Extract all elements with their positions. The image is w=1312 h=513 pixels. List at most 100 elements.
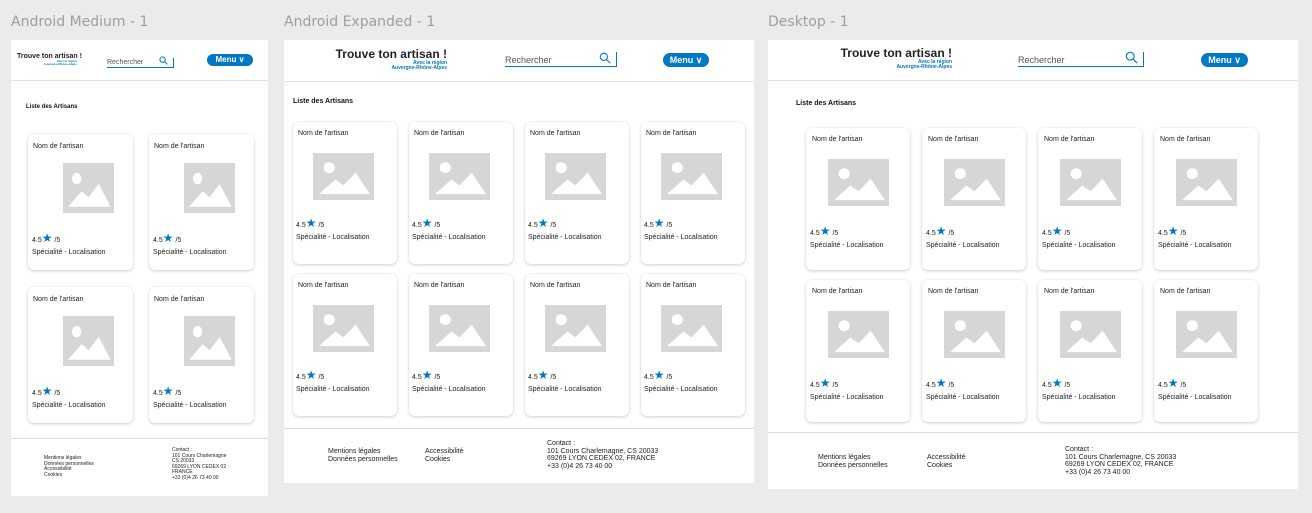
- artisan-card[interactable]: Nom de l'artisan 4.5★ /5 Spécialité - Loca…: [409, 122, 513, 264]
- artisan-image: [944, 159, 1005, 206]
- star-icon: ★: [935, 224, 947, 238]
- artisan-specialty: Spécialité - Localisation: [1158, 242, 1232, 249]
- search-input[interactable]: Rechercher: [107, 55, 174, 68]
- rating-value: 4.5: [1158, 382, 1168, 389]
- footer-link-mentions[interactable]: Mentions légales: [818, 454, 888, 462]
- image-placeholder-icon: [184, 316, 235, 366]
- star-icon: ★: [305, 368, 317, 382]
- artisan-name: Nom de l'artisan: [154, 143, 205, 150]
- logo[interactable]: Trouve ton artisan ! Avec la région Auve…: [17, 53, 82, 66]
- artisan-specialty: Spécialité - Localisation: [32, 249, 106, 256]
- artisan-card[interactable]: Nom de l'artisan 4.5★ /5 Spécialité - Loca…: [28, 287, 133, 423]
- artisan-card[interactable]: Nom de l'artisan 4.5★ /5 Spécialité - Loca…: [922, 128, 1026, 270]
- artisan-card[interactable]: Nom de l'artisan 4.5★ /5 Spécialité - Loca…: [922, 280, 1026, 422]
- artisan-specialty: Spécialité - Localisation: [412, 234, 486, 241]
- rating-suffix: /5: [54, 237, 61, 244]
- rating-value: 4.5: [153, 390, 163, 397]
- artisan-card[interactable]: Nom de l'artisan 4.5★ /5 Spécialité - Loca…: [1038, 128, 1142, 270]
- artisan-image: [1176, 311, 1237, 358]
- image-placeholder-icon: [429, 305, 490, 352]
- footer-link-cookies[interactable]: Cookies: [927, 462, 966, 470]
- artisan-card[interactable]: Nom de l'artisan 4.5★ /5 Spécialité - Loca…: [641, 122, 745, 264]
- artisan-image: [828, 159, 889, 206]
- search-icon[interactable]: [159, 56, 168, 65]
- rating-value: 4.5: [412, 374, 422, 381]
- image-placeholder-icon: [429, 153, 490, 200]
- rating-suffix: /5: [1180, 382, 1187, 389]
- rating-suffix: /5: [1064, 230, 1071, 237]
- image-placeholder-icon: [661, 153, 722, 200]
- artisan-card[interactable]: Nom de l'artisan 4.5★ /5 Spécialité - Loca…: [149, 287, 254, 423]
- search-icon[interactable]: [1125, 51, 1138, 64]
- search-icon[interactable]: [599, 52, 611, 64]
- search-input[interactable]: Rechercher: [1018, 51, 1144, 67]
- artisan-card[interactable]: Nom de l'artisan 4.5★ /5 Spécialité - Loca…: [525, 274, 629, 416]
- artisan-card[interactable]: Nom de l'artisan 4.5★ /5 Spécialité - Loca…: [293, 122, 397, 264]
- menu-button[interactable]: Menu ∨: [207, 54, 253, 66]
- artisan-card[interactable]: Nom de l'artisan 4.5★ /5 Spécialité - Loca…: [149, 134, 254, 270]
- artisan-card[interactable]: Nom de l'artisan 4.5★ /5 Spécialité - Loca…: [1154, 128, 1258, 270]
- artisan-card[interactable]: Nom de l'artisan 4.5★ /5 Spécialité - Loca…: [806, 280, 910, 422]
- footer-link-donnees[interactable]: Données personnelles: [328, 456, 398, 464]
- footer-link-cookies[interactable]: Cookies: [44, 472, 94, 479]
- menu-button[interactable]: Menu ∨: [663, 53, 709, 67]
- artisan-card[interactable]: Nom de l'artisan 4.5★ /5 Spécialité - Loca…: [641, 274, 745, 416]
- artisan-image: [1060, 159, 1121, 206]
- artisan-specialty: Spécialité - Localisation: [926, 242, 1000, 249]
- artisan-card[interactable]: Nom de l'artisan 4.5★ /5 Spécialité - Loca…: [806, 128, 910, 270]
- artisan-specialty: Spécialité - Localisation: [32, 402, 106, 409]
- contact-line: 101 Cours Charlemagne, CS 20033: [1065, 453, 1177, 461]
- artisan-name: Nom de l'artisan: [928, 288, 979, 295]
- artisan-card[interactable]: Nom de l'artisan 4.5★ /5 Spécialité - Loca…: [293, 274, 397, 416]
- footer-link-donnees[interactable]: Données personnelles: [818, 462, 888, 470]
- footer-link-mentions[interactable]: Mentions légales: [328, 448, 398, 456]
- footer-link-accessibilite[interactable]: Accessibilité: [927, 454, 966, 462]
- rating-value: 4.5: [926, 382, 936, 389]
- contact-line: 101 Cours Charlemagne, CS 20033: [547, 447, 659, 455]
- frame-title-android-medium: Android Medium - 1: [11, 14, 149, 30]
- artisan-card[interactable]: Nom de l'artisan 4.5★ /5 Spécialité - Loca…: [409, 274, 513, 416]
- artisan-specialty: Spécialité - Localisation: [296, 386, 370, 393]
- menu-button[interactable]: Menu ∨: [1201, 53, 1248, 67]
- artisan-name: Nom de l'artisan: [33, 296, 84, 303]
- star-icon: ★: [653, 368, 665, 382]
- rating-suffix: /5: [54, 390, 61, 397]
- search-placeholder: Rechercher: [1018, 55, 1065, 65]
- artisan-image: [828, 311, 889, 358]
- artisan-card[interactable]: Nom de l'artisan 4.5★ /5 Spécialité - Loca…: [28, 134, 133, 270]
- contact-phone: +33 (0)4 26 73 40 00: [547, 463, 613, 471]
- artisan-rating: 4.5★ /5: [1158, 376, 1186, 390]
- frame-android-expanded: Trouve ton artisan ! Avec la région Auve…: [284, 40, 754, 483]
- image-placeholder-icon: [944, 311, 1005, 358]
- artisan-name: Nom de l'artisan: [928, 136, 979, 143]
- logo[interactable]: Trouve ton artisan ! Avec la région Auve…: [332, 47, 447, 72]
- footer-links-col-1: Mentions légales Données personnelles: [328, 448, 398, 463]
- logo[interactable]: Trouve ton artisan ! Avec la région Auve…: [826, 46, 952, 71]
- star-icon: ★: [819, 376, 831, 390]
- artisan-card[interactable]: Nom de l'artisan 4.5★ /5 Spécialité - Loca…: [1038, 280, 1142, 422]
- artisan-name: Nom de l'artisan: [414, 282, 465, 289]
- header: Trouve ton artisan ! Avec la région Auve…: [284, 40, 754, 82]
- footer-link-accessibilite[interactable]: Accessibilité: [425, 448, 464, 456]
- star-icon: ★: [421, 368, 433, 382]
- frame-title-android-expanded: Android Expanded - 1: [284, 14, 436, 30]
- artisan-card[interactable]: Nom de l'artisan 4.5★ /5 Spécialité - Loca…: [1154, 280, 1258, 422]
- artisan-name: Nom de l'artisan: [298, 130, 349, 137]
- artisan-image: [661, 305, 722, 352]
- contact-phone: +33 (0)4 26 73 40 00: [1065, 469, 1131, 477]
- artisan-name: Nom de l'artisan: [33, 143, 84, 150]
- search-placeholder: Rechercher: [107, 59, 144, 66]
- rating-suffix: /5: [550, 222, 557, 229]
- frame-title-desktop: Desktop - 1: [768, 14, 849, 30]
- rating-value: 4.5: [296, 374, 306, 381]
- artisan-rating: 4.5★ /5: [32, 384, 60, 398]
- artisan-card[interactable]: Nom de l'artisan 4.5★ /5 Spécialité - Loca…: [525, 122, 629, 264]
- footer-link-cookies[interactable]: Cookies: [425, 456, 464, 464]
- rating-value: 4.5: [1042, 230, 1052, 237]
- star-icon: ★: [653, 216, 665, 230]
- artisan-rating: 4.5★ /5: [1042, 224, 1070, 238]
- artisan-rating: 4.5★ /5: [1158, 224, 1186, 238]
- footer-contact: Contact : 101 Cours Charlemagne CS 20033…: [172, 447, 226, 481]
- rating-suffix: /5: [666, 374, 673, 381]
- search-input[interactable]: Rechercher: [505, 52, 617, 67]
